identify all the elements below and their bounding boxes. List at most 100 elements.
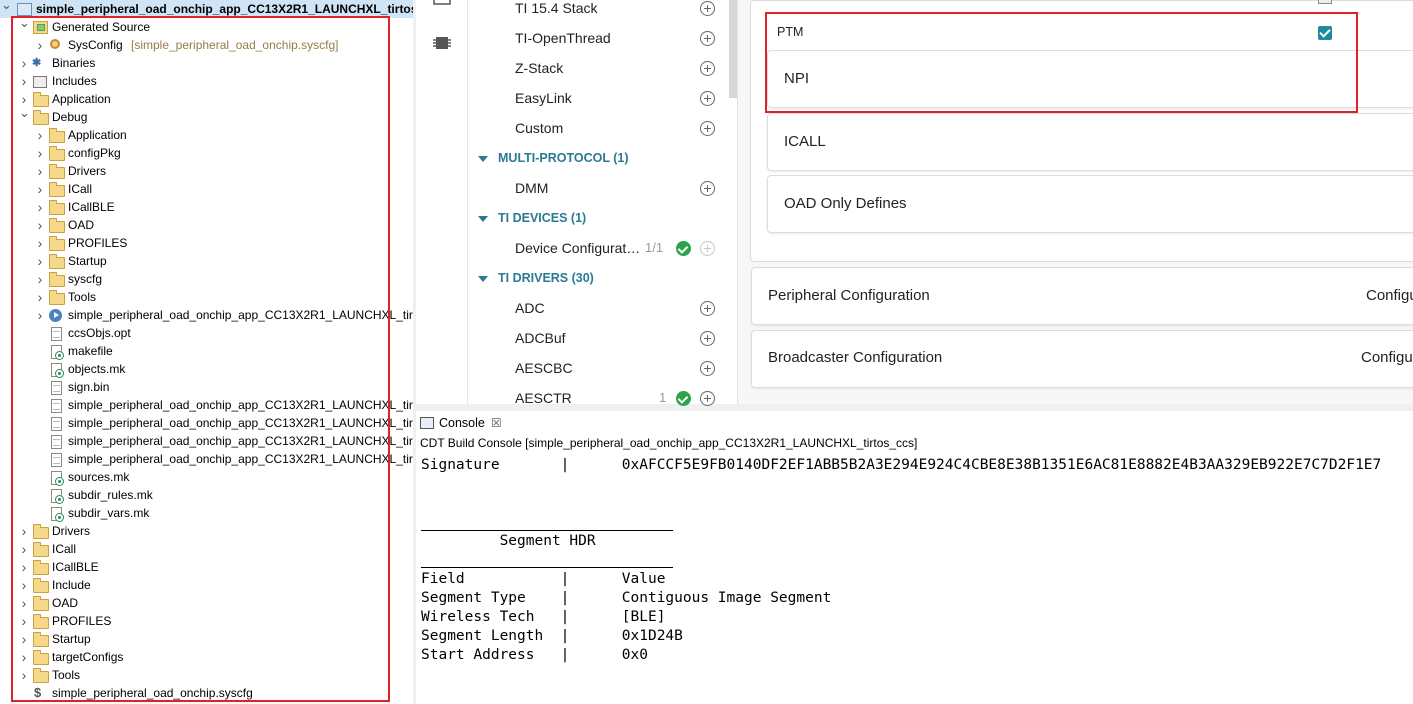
tree-item[interactable]: › Drivers	[0, 522, 413, 540]
module-item[interactable]: Device Configurat…	[515, 233, 640, 263]
chevron-right-icon[interactable]: ›	[19, 558, 29, 576]
tree-item[interactable]: simple_peripheral_oad_onchip_app_CC13X2R…	[0, 450, 413, 468]
tree-item[interactable]: › Tools	[0, 288, 413, 306]
chevron-right-icon[interactable]: ›	[35, 180, 45, 198]
add-module-button[interactable]	[700, 1, 715, 16]
tree-item[interactable]: › PROFILES	[0, 234, 413, 252]
tree-item[interactable]: makefile	[0, 342, 413, 360]
chevron-right-icon[interactable]: ›	[19, 54, 29, 72]
module-item[interactable]: AESCBC	[515, 353, 573, 383]
tree-item[interactable]: subdir_rules.mk	[0, 486, 413, 504]
tree-item[interactable]: simple_peripheral_oad_onchip_app_CC13X2R…	[0, 396, 413, 414]
tree-item[interactable]: › configPkg	[0, 144, 413, 162]
chevron-right-icon[interactable]: ›	[35, 198, 45, 216]
chevron-right-icon[interactable]: ›	[35, 234, 45, 252]
add-module-button[interactable]	[700, 391, 715, 406]
chevron-down-icon[interactable]: ⌄	[19, 14, 30, 32]
module-item[interactable]: DMM	[515, 173, 548, 203]
tree-item[interactable]: › Startup	[0, 630, 413, 648]
module-item[interactable]: Z-Stack	[515, 53, 563, 83]
chevron-right-icon[interactable]: ›	[19, 522, 29, 540]
tree-item[interactable]: › Application	[0, 90, 413, 108]
tree-item[interactable]: ⌄ Debug	[0, 105, 413, 126]
add-module-button[interactable]	[700, 331, 715, 346]
chevron-right-icon[interactable]: ›	[19, 576, 29, 594]
tree-item[interactable]: › ICallBLE	[0, 558, 413, 576]
module-item[interactable]: Custom	[515, 113, 563, 143]
module-category-header[interactable]: TI DRIVERS (30)	[478, 263, 594, 293]
chevron-right-icon[interactable]: ›	[19, 630, 29, 648]
module-item[interactable]: TI 15.4 Stack	[515, 0, 597, 23]
peripheral-configuration-section[interactable]: Peripheral Configuration Configu	[751, 267, 1413, 325]
module-category-header[interactable]: MULTI-PROTOCOL (1)	[478, 143, 629, 173]
tree-item[interactable]: simple_peripheral_oad_onchip_app_CC13X2R…	[0, 414, 413, 432]
chevron-right-icon[interactable]: ›	[19, 666, 29, 684]
tree-item[interactable]: › OAD	[0, 216, 413, 234]
tree-item[interactable]: › Startup	[0, 252, 413, 270]
tree-item[interactable]: › OAD	[0, 594, 413, 612]
tree-item[interactable]: › ✱ Binaries	[0, 54, 413, 72]
tree-item[interactable]: › PROFILES	[0, 612, 413, 630]
chevron-down-icon[interactable]: ⌄	[1, 0, 12, 14]
tree-item[interactable]: › Include	[0, 576, 413, 594]
chevron-right-icon[interactable]: ›	[19, 612, 29, 630]
tree-item[interactable]: sign.bin	[0, 378, 413, 396]
board-icon[interactable]	[432, 0, 452, 6]
module-item[interactable]: ADCBuf	[515, 323, 566, 353]
tree-item[interactable]: ⌄ simple_peripheral_oad_onchip_app_CC13X2…	[0, 0, 413, 18]
add-module-button[interactable]	[700, 61, 715, 76]
tree-item[interactable]: › syscfg	[0, 270, 413, 288]
add-module-button[interactable]	[700, 121, 715, 136]
broadcaster-configuration-section[interactable]: Broadcaster Configuration Configu	[751, 330, 1413, 388]
chevron-right-icon[interactable]: ›	[19, 72, 29, 90]
chevron-right-icon[interactable]: ›	[35, 216, 45, 234]
close-icon[interactable]: ☒	[491, 416, 502, 430]
chevron-right-icon[interactable]: ›	[19, 648, 29, 666]
partial-checkbox[interactable]	[1318, 0, 1332, 4]
chevron-right-icon[interactable]: ›	[35, 288, 45, 306]
add-module-button[interactable]	[700, 301, 715, 316]
add-module-button[interactable]	[700, 31, 715, 46]
tree-item[interactable]: subdir_vars.mk	[0, 504, 413, 522]
tree-item[interactable]: simple_peripheral_oad_onchip_app_CC13X2R…	[0, 432, 413, 450]
module-item[interactable]: EasyLink	[515, 83, 572, 113]
chevron-right-icon[interactable]: ›	[35, 162, 45, 180]
module-item[interactable]: AESCTR	[515, 383, 572, 413]
chevron-down-icon[interactable]: ⌄	[19, 104, 30, 122]
chevron-right-icon[interactable]: ›	[19, 594, 29, 612]
tree-item[interactable]: › Drivers	[0, 162, 413, 180]
tree-item[interactable]: › ICall	[0, 540, 413, 558]
chip-icon[interactable]	[433, 34, 451, 52]
module-list-scrollbar-thumb[interactable]	[729, 0, 737, 98]
chevron-right-icon[interactable]: ›	[35, 270, 45, 288]
chevron-right-icon[interactable]: ›	[35, 126, 45, 144]
tree-item[interactable]: ⌄ Generated Source	[0, 15, 413, 36]
tree-item[interactable]: › SysConfig [simple_peripheral_oad_onchip.…	[0, 36, 413, 54]
tree-item[interactable]: ccsObjs.opt	[0, 324, 413, 342]
module-item[interactable]: ADC	[515, 293, 545, 323]
chevron-right-icon[interactable]: ›	[35, 306, 45, 324]
chevron-right-icon[interactable]: ›	[35, 36, 45, 54]
tree-item[interactable]: $ simple_peripheral_oad_onchip.syscfg	[0, 684, 413, 702]
tree-item[interactable]: objects.mk	[0, 360, 413, 378]
chevron-right-icon[interactable]: ›	[19, 540, 29, 558]
module-category-header[interactable]: TI DEVICES (1)	[478, 203, 586, 233]
module-item[interactable]: TI-OpenThread	[515, 23, 611, 53]
add-module-button[interactable]	[700, 181, 715, 196]
tree-item[interactable]: › Includes	[0, 72, 413, 90]
chevron-right-icon[interactable]: ›	[35, 144, 45, 162]
tree-item[interactable]: › Tools	[0, 666, 413, 684]
tab-console[interactable]: Console ☒	[420, 413, 502, 433]
tree-item[interactable]: › simple_peripheral_oad_onchip_app_CC13X2…	[0, 306, 413, 324]
tree-item[interactable]: sources.mk	[0, 468, 413, 486]
tree-item[interactable]: › targetConfigs	[0, 648, 413, 666]
tree-item[interactable]: › ICall	[0, 180, 413, 198]
tree-item[interactable]: › Application	[0, 126, 413, 144]
oad-only-defines-section[interactable]: OAD Only Defines	[767, 175, 1413, 233]
add-module-button[interactable]	[700, 241, 715, 256]
tree-item[interactable]: › ICallBLE	[0, 198, 413, 216]
chevron-right-icon[interactable]: ›	[35, 252, 45, 270]
add-module-button[interactable]	[700, 91, 715, 106]
add-module-button[interactable]	[700, 361, 715, 376]
icall-section[interactable]: ICALL	[767, 113, 1413, 171]
